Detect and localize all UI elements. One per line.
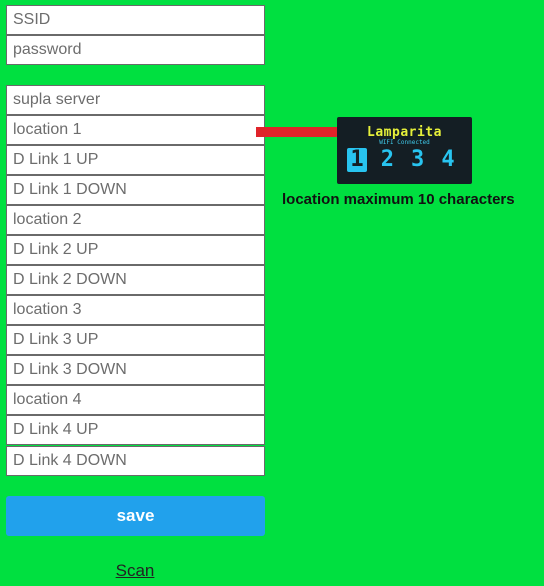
password-input[interactable] [6,35,265,65]
location-4-input[interactable] [6,385,265,415]
display-channel-1: 1 [347,148,367,172]
d-link-3-down-input[interactable] [6,355,265,385]
location-1-input[interactable] [6,115,265,145]
ssid-input[interactable] [6,5,265,35]
location-2-input[interactable] [6,205,265,235]
display-channel-2: 2 [380,147,394,172]
pointer-arrow [256,127,346,137]
d-link-1-up-input[interactable] [6,145,265,175]
oled-display-image: Lamparita WIFI Connected 1 2 3 4 [337,117,472,184]
scan-link[interactable]: Scan [95,561,175,581]
d-link-2-up-input[interactable] [6,235,265,265]
location-3-input[interactable] [6,295,265,325]
d-link-2-down-input[interactable] [6,265,265,295]
display-channels: 1 2 3 4 [347,148,458,172]
d-link-4-up-input[interactable] [6,415,265,445]
display-title: Lamparita [367,125,442,140]
d-link-3-up-input[interactable] [6,325,265,355]
save-button[interactable]: save [6,496,265,536]
display-channel-4: 4 [441,147,455,172]
location-length-note: location maximum 10 characters [282,191,515,208]
d-link-4-down-input[interactable] [6,446,265,476]
d-link-1-down-input[interactable] [6,175,265,205]
display-channel-3: 3 [411,147,425,172]
supla-server-input[interactable] [6,85,265,115]
display-subtitle: WIFI Connected [379,139,430,146]
